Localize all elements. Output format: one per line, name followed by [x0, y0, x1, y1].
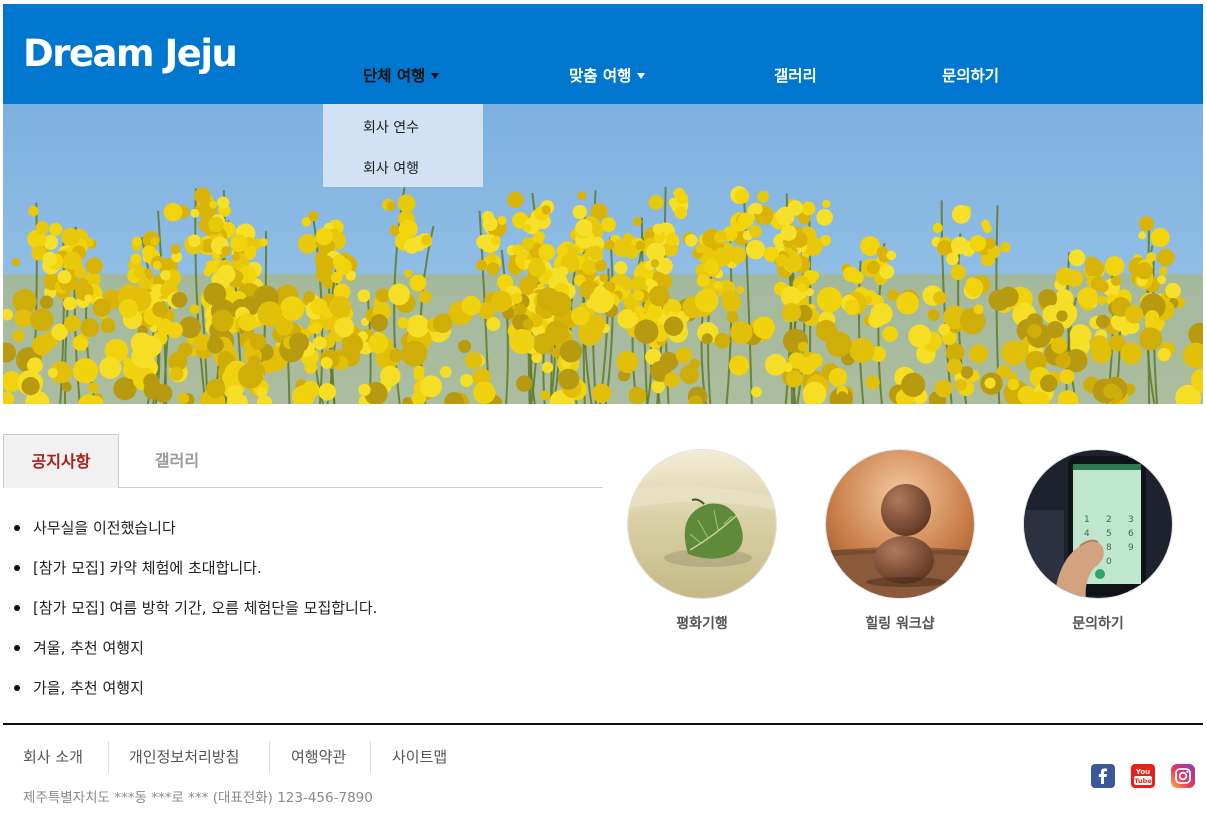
dropdown-item-company-training[interactable]: 회사 연수	[363, 117, 419, 137]
content-tabs: 공지사항 갤러리	[3, 434, 603, 488]
nav-item-label: 문의하기	[942, 67, 1000, 85]
svg-text:Tube: Tube	[1134, 777, 1152, 785]
quick-link-label: 문의하기	[1072, 616, 1124, 632]
svg-text:3: 3	[1128, 515, 1134, 525]
footer-address: 제주특별자치도 ***동 ***로 *** (대표전화) 123-456-789…	[23, 790, 373, 806]
list-item[interactable]: [참가 모집] 카약 체험에 초대합니다.	[3, 548, 603, 588]
nav-item-custom-travel[interactable]: 맞춤 여행	[569, 64, 646, 86]
quick-link-label: 힐링 워크샵	[865, 616, 935, 632]
footer-link-about[interactable]: 회사 소개	[23, 741, 83, 773]
footer-link-sitemap[interactable]: 사이트맵	[392, 741, 447, 773]
stacked-stones-photo	[825, 449, 975, 599]
tab-gallery[interactable]: 갤러리	[119, 434, 235, 488]
footer-separator	[370, 741, 371, 773]
nav-dropdown-menu: 회사 연수 회사 여행	[323, 104, 483, 187]
rapeseed-flowers-illustration	[3, 186, 1203, 404]
caret-down-icon	[637, 72, 646, 79]
caret-down-icon	[431, 72, 440, 79]
quick-link-peace-tour[interactable]: 평화기행	[627, 449, 777, 633]
list-item[interactable]: 사무실을 이전했습니다	[3, 508, 603, 548]
nav-item-label: 단체 여행	[363, 67, 426, 85]
svg-text:4: 4	[1084, 529, 1090, 539]
facebook-icon[interactable]	[1091, 764, 1115, 788]
nav-item-label: 갤러리	[774, 67, 817, 85]
svg-text:2: 2	[1106, 515, 1112, 525]
quick-link-contact[interactable]: 123 456 789 0 문의하기	[1023, 449, 1173, 633]
footer-link-terms[interactable]: 여행약관	[291, 741, 346, 773]
leaf-on-sand-photo	[627, 449, 777, 599]
notice-list: 사무실을 이전했습니다 [참가 모집] 카약 체험에 초대합니다. [참가 모집…	[3, 508, 603, 708]
footer-link-privacy[interactable]: 개인정보처리방침	[129, 741, 239, 773]
svg-text:You: You	[1135, 768, 1150, 776]
svg-text:6: 6	[1128, 529, 1134, 539]
list-item[interactable]: 가을, 추천 여행지	[3, 668, 603, 708]
nav-item-label: 맞춤 여행	[569, 67, 632, 85]
nav-item-gallery[interactable]: 갤러리	[774, 64, 817, 86]
dropdown-item-company-trip[interactable]: 회사 여행	[363, 158, 419, 178]
svg-text:8: 8	[1106, 543, 1112, 553]
tab-notices[interactable]: 공지사항	[3, 434, 119, 488]
quick-link-healing-workshop[interactable]: 힐링 워크샵	[825, 449, 975, 633]
svg-text:9: 9	[1128, 543, 1134, 553]
nav-item-contact[interactable]: 문의하기	[942, 64, 999, 86]
youtube-icon[interactable]: You Tube	[1131, 764, 1155, 788]
hero-banner-image	[3, 104, 1203, 404]
list-item[interactable]: [참가 모집] 여름 방학 기간, 오름 체험단을 모집합니다.	[3, 588, 603, 628]
footer-separator	[269, 741, 270, 773]
phone-dialpad-photo: 123 456 789 0	[1023, 449, 1173, 599]
footer-divider	[3, 723, 1203, 725]
main-nav: 단체 여행 맞춤 여행 갤러리 문의하기	[3, 4, 1203, 104]
svg-text:5: 5	[1106, 529, 1112, 539]
instagram-icon[interactable]	[1171, 764, 1195, 788]
list-item[interactable]: 겨울, 추천 여행지	[3, 628, 603, 668]
nav-item-group-travel[interactable]: 단체 여행	[363, 64, 440, 86]
svg-text:1: 1	[1084, 515, 1090, 525]
svg-text:0: 0	[1106, 557, 1112, 567]
site-header: Dream Jeju 단체 여행 맞춤 여행 갤러리 문의하기	[3, 4, 1203, 104]
footer-separator	[108, 741, 109, 773]
quick-link-label: 평화기행	[676, 616, 728, 632]
